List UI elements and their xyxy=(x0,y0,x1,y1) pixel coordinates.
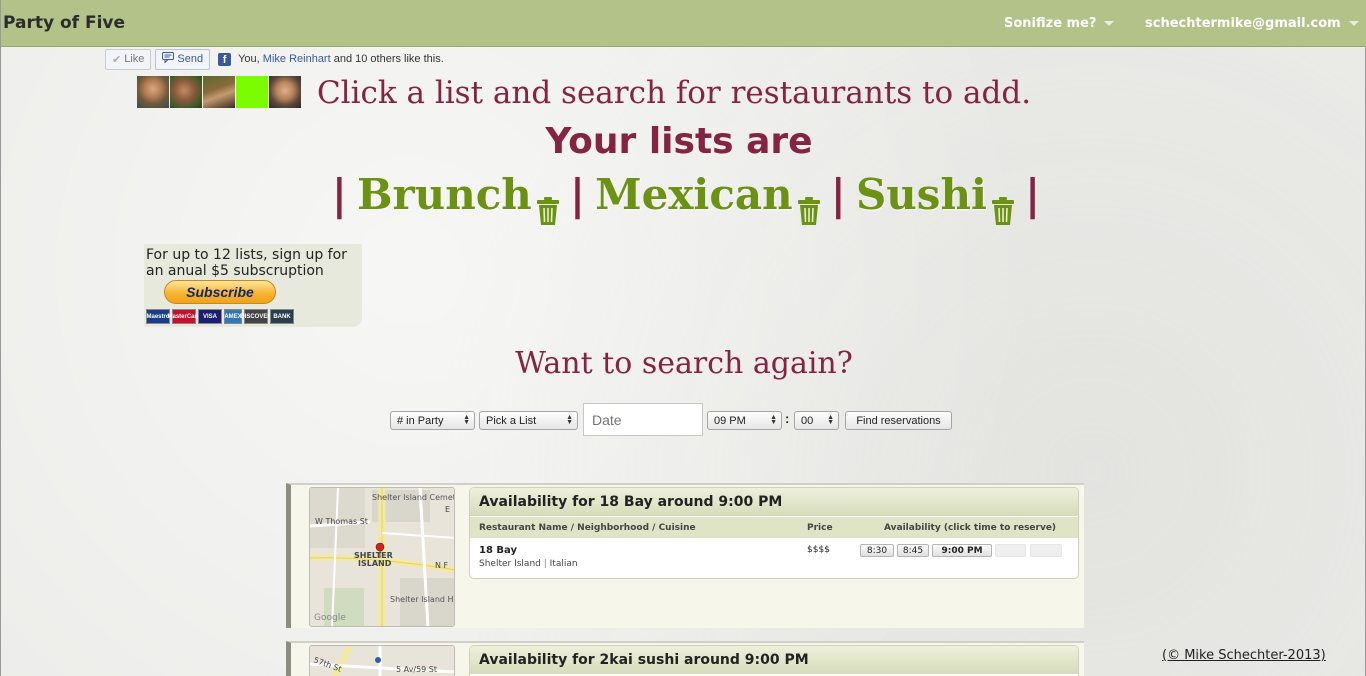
col-availability: Availability (click time to reserve) xyxy=(884,523,1057,533)
party-size-value: # in Party xyxy=(397,414,444,427)
restaurant-map[interactable]: 57th St 5 Av/59 St xyxy=(309,645,455,676)
facebook-like-button[interactable]: ✔ Like xyxy=(105,48,152,70)
trash-icon[interactable] xyxy=(797,187,821,225)
sonifize-label: Sonifize me? xyxy=(1004,16,1097,31)
chevron-down-icon xyxy=(1348,21,1359,26)
facebook-send-button[interactable]: Send xyxy=(155,48,211,70)
restaurant-details: Shelter Island | Italian xyxy=(479,559,578,569)
subscription-box: For up to 12 lists, sign up for an anual… xyxy=(144,244,362,327)
list-select[interactable]: Pick a List ▲ ▼ xyxy=(479,411,578,430)
list-item-sushi[interactable]: Sushi xyxy=(855,170,1015,225)
list-item-mexican[interactable]: Mexican xyxy=(595,170,821,225)
chevron-down-icon xyxy=(1104,21,1115,26)
map-label: ISLAND xyxy=(358,559,392,568)
minute-select[interactable]: 00 ▲ ▼ xyxy=(794,411,839,430)
time-colon: : xyxy=(785,411,790,426)
restaurant-map[interactable]: Shelter Island Cemetery W Thomas St E SH… xyxy=(309,487,455,627)
restaurant-name[interactable]: 18 Bay xyxy=(479,545,517,556)
check-icon: ✔ xyxy=(112,53,122,66)
amex-icon: AMEX xyxy=(224,309,242,324)
trash-icon[interactable] xyxy=(536,187,560,225)
footer-copyright: (© Mike Schechter-2013) xyxy=(1162,648,1326,663)
availability-title: Availability for 2kai sushi around 9:00 … xyxy=(470,646,1078,674)
availability-title: Availability for 18 Bay around 9:00 PM xyxy=(470,488,1078,516)
facebook-like-text: You, Mike Reinhart and 10 others like th… xyxy=(238,53,444,65)
chevron-updown-icon: ▲ ▼ xyxy=(566,414,573,426)
price: $$$$ xyxy=(807,545,830,555)
hour-select[interactable]: 09 PM ▲ ▼ xyxy=(707,411,782,430)
map-label: E xyxy=(445,505,450,514)
chevron-updown-icon: ▲ ▼ xyxy=(827,414,834,426)
list-select-value: Pick a List xyxy=(486,414,537,427)
col-price: Price xyxy=(807,523,833,533)
availability-header: Restaurant Name / Neighborhood / Cuisine… xyxy=(470,516,1078,538)
search-again-heading: Want to search again? xyxy=(515,346,853,381)
list-label: Mexican xyxy=(595,170,793,219)
col-name: Restaurant Name / Neighborhood / Cuisine xyxy=(479,523,696,533)
mastercard-icon: MasterCard xyxy=(168,309,201,324)
like-label: Like xyxy=(124,53,145,65)
visa-icon: VISA xyxy=(198,309,222,324)
like-you: You, xyxy=(238,53,263,65)
account-email: schechtermike@gmail.com xyxy=(1145,16,1341,31)
time-slot-button[interactable]: 8:45 xyxy=(897,544,929,557)
facebook-like-bar: ✔ Like Send f You, Mike Reinhart and 10 … xyxy=(105,48,444,70)
party-size-select[interactable]: # in Party ▲ ▼ xyxy=(390,411,475,430)
list-label: Sushi xyxy=(855,170,987,219)
neighborhood: Shelter Island xyxy=(479,559,541,569)
separator: | xyxy=(543,559,547,569)
subscription-text: For up to 12 lists, sign up for an anual… xyxy=(146,247,347,279)
map-label: Shelter Island High School xyxy=(390,595,455,604)
availability-panel: Availability for 2kai sushi around 9:00 … xyxy=(469,645,1079,676)
copyright-text: (© Mike Schechter-2013) xyxy=(1162,648,1326,663)
lists-heading: Your lists are xyxy=(545,121,813,162)
find-reservations-button[interactable]: Find reservations xyxy=(845,411,952,430)
list-item-brunch[interactable]: Brunch xyxy=(357,170,560,225)
send-label: Send xyxy=(177,53,204,65)
separator: | xyxy=(331,170,348,219)
sonifize-dropdown[interactable]: Sonifize me? xyxy=(1004,16,1115,31)
payment-cards: Maestro MasterCard VISA AMEX DISCOVER BA… xyxy=(146,309,294,324)
separator: | xyxy=(830,170,846,219)
separator: | xyxy=(569,170,586,219)
top-navbar: Party of Five Sonifize me? schechtermike… xyxy=(1,0,1366,47)
minute-value: 00 xyxy=(801,414,814,427)
subscribe-button[interactable]: Subscribe xyxy=(164,280,276,304)
google-logo: Google xyxy=(314,613,346,623)
like-others: and 10 others like this. xyxy=(330,53,444,65)
map-label: 5 Av/59 St xyxy=(396,665,437,674)
map-label: W Thomas St xyxy=(315,517,368,526)
chevron-updown-icon: ▲ ▼ xyxy=(463,414,470,426)
lists-row: | Brunch | Mexican | Sushi | xyxy=(1,170,1366,225)
trash-icon[interactable] xyxy=(991,187,1015,225)
time-slot-empty xyxy=(995,544,1026,557)
brand-title[interactable]: Party of Five xyxy=(3,13,125,33)
bank-icon: BANK xyxy=(270,309,294,324)
time-slot-button[interactable]: 9:00 PM xyxy=(932,544,992,557)
time-slot-button[interactable]: 8:30 xyxy=(860,544,894,557)
map-label: N F xyxy=(435,561,449,570)
account-dropdown[interactable]: schechtermike@gmail.com xyxy=(1145,16,1359,31)
discover-icon: DISCOVER xyxy=(240,309,272,324)
map-label: Shelter Island Cemetery xyxy=(372,493,455,502)
friend-link[interactable]: Mike Reinhart xyxy=(263,53,331,65)
cuisine: Italian xyxy=(549,559,578,569)
facebook-logo-icon: f xyxy=(218,52,232,66)
table-row: 18 Bay Shelter Island | Italian $$$$ 8:3… xyxy=(470,538,1078,576)
speech-bubble-icon xyxy=(162,52,175,66)
separator: | xyxy=(1024,170,1041,219)
page-headline: Click a list and search for restaurants … xyxy=(316,75,1032,111)
availability-panel: Availability for 18 Bay around 9:00 PM R… xyxy=(469,487,1079,579)
result-card: 57th St 5 Av/59 St Availability for 2kai… xyxy=(286,641,1084,676)
time-slot-empty xyxy=(1030,544,1062,557)
chevron-updown-icon: ▲ ▼ xyxy=(770,414,777,426)
result-card: Shelter Island Cemetery W Thomas St E SH… xyxy=(286,483,1084,628)
hour-value: 09 PM xyxy=(714,414,746,427)
maestro-icon: Maestro xyxy=(146,309,170,324)
date-input[interactable] xyxy=(583,403,703,436)
list-label: Brunch xyxy=(357,170,532,219)
